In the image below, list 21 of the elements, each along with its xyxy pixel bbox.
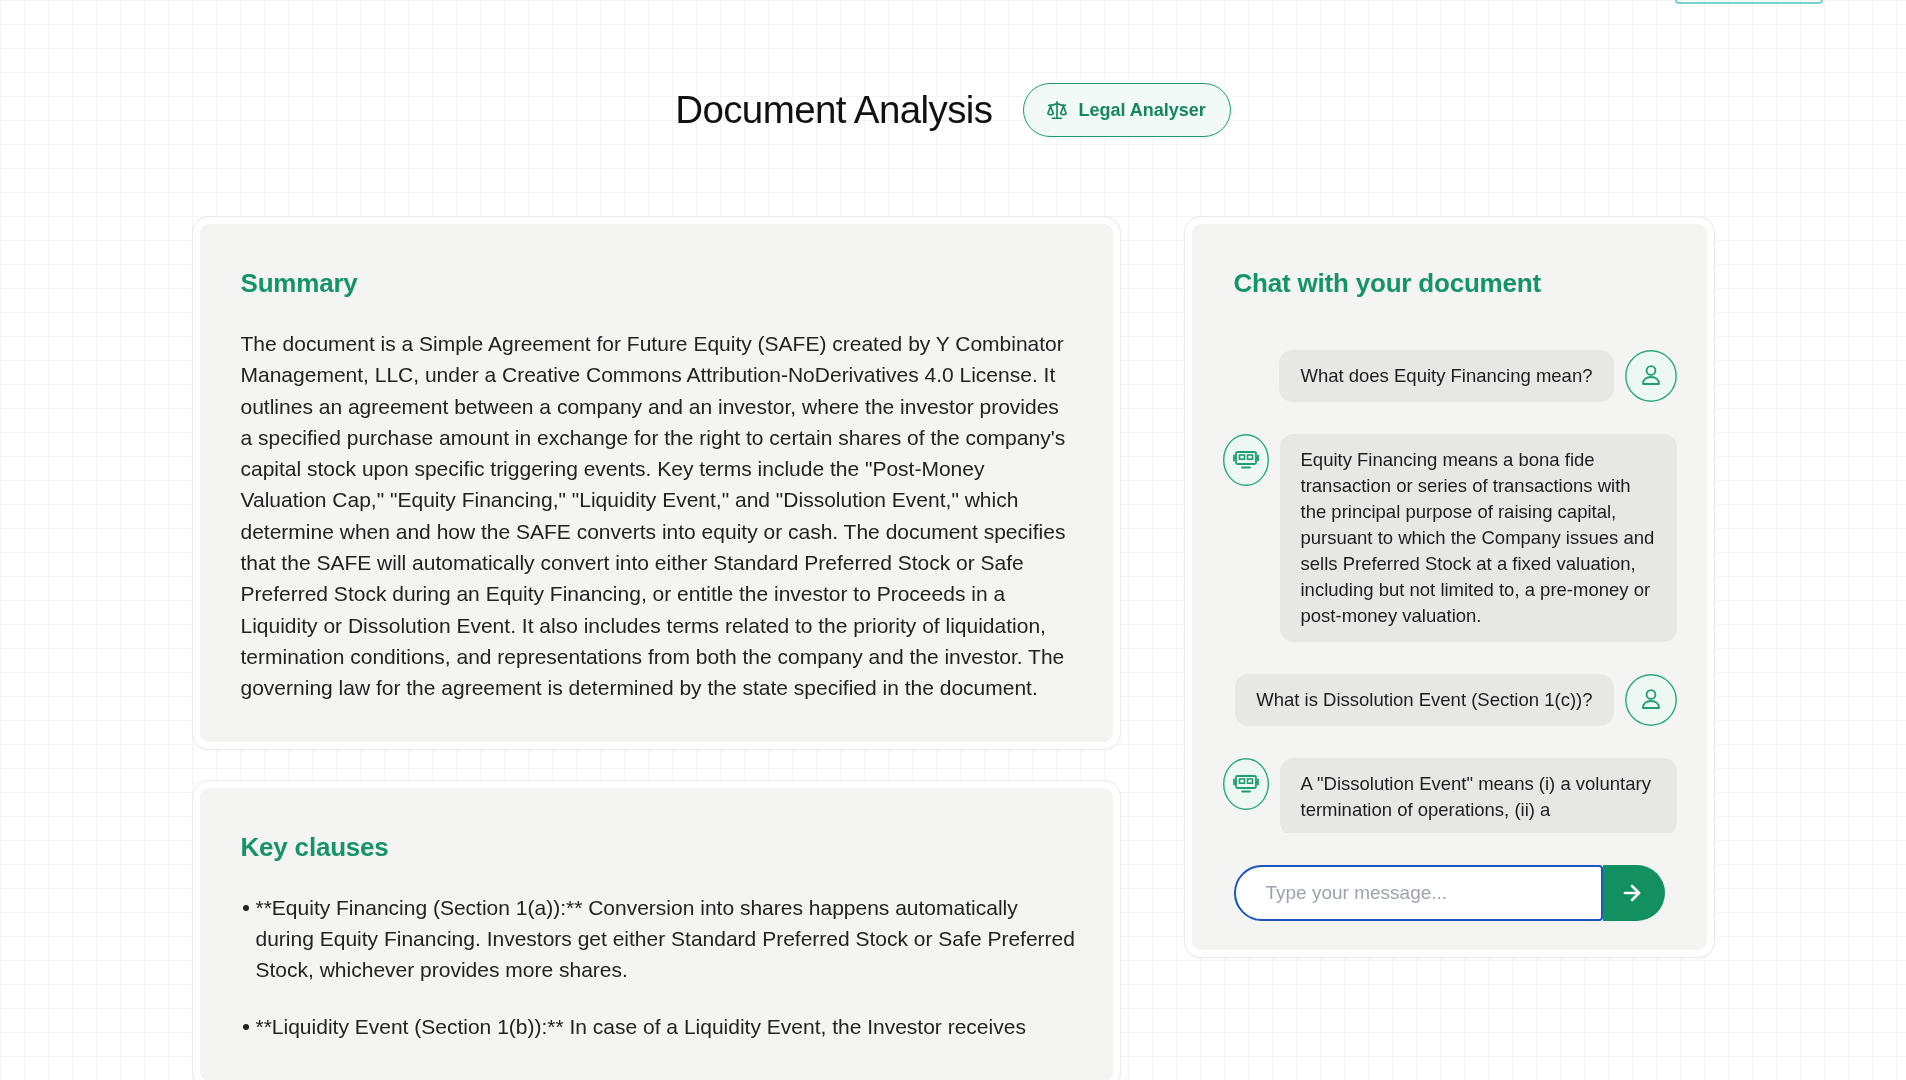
clause-text: **Equity Financing (Section 1(a)):** Conversion into shares happens automatically during Equity Financing. Investors get either Standard Preferred Stock or Safe Preferred Stock, whichever provides more shares. <box>255 894 1076 984</box>
bullet-icon <box>242 1024 249 1031</box>
page-title: Document Analysis <box>675 87 993 133</box>
send-button[interactable] <box>1602 865 1665 921</box>
robot-icon <box>1222 434 1269 486</box>
user-message: What does Equity Financing mean? <box>1279 350 1614 402</box>
person-icon <box>1624 674 1677 726</box>
bullet-icon <box>242 904 249 911</box>
section-heading: Key clauses <box>240 831 390 862</box>
robot-icon <box>1222 758 1269 810</box>
mode-badge: Legal Analyser <box>1023 83 1231 137</box>
section-heading: Summary <box>240 268 359 298</box>
bot-message: Equity Financing means a bona fide transaction or series of transactions with the principal purpose of raising capital, pursuant to which the Company issues and sells Preferred Stock at a fixed valuation, including but not limited to, a pre-money or post-money valuation. <box>1279 434 1677 642</box>
user-message: What is Dissolution Event (Section 1(c))? <box>1235 674 1614 726</box>
summary-text: The document is a Simple Agreement for Future Equity (SAFE) created by Y Combinator Management, LLC, under a Creative Commons Attribution-NoDerivatives 4.0 License. It outlines an agreement between a company and an investor, where the investor provides a specified purchase amount in exchange for the right to certain shares of the company's capital stock upon specific triggering events. Key terms include the "Post-Money Valuation Cap," "Equity Financing," "Liquidity Event," and "Dissolution Event," which determine when and how the SAFE converts into equity or cash. The document specifies that the SAFE will automatically convert into either Standard Preferred Stock or Safe Preferred Stock during an Equity Financing, or entitle the investor to Proceeds in a Liquidity or Dissolution Event. It also includes terms related to the priority of liquidation, termination conditions, and representations from both the company and the investor. The governing law for the agreement is determined by the state specified in the document. <box>240 331 1067 702</box>
scale-icon <box>1046 99 1069 121</box>
person-icon <box>1624 350 1677 402</box>
clause-text: **Liquidity Event (Section 1(b)):** In case of a Liquidity Event, the Investor receives <box>255 1014 1026 1041</box>
chat-title: Chat with your document <box>1233 268 1542 298</box>
bot-message: A "Dissolution Event" means (i) a voluntary termination of operations, (ii) a <box>1279 758 1677 833</box>
message-input[interactable]: Type your message... <box>1233 865 1603 921</box>
